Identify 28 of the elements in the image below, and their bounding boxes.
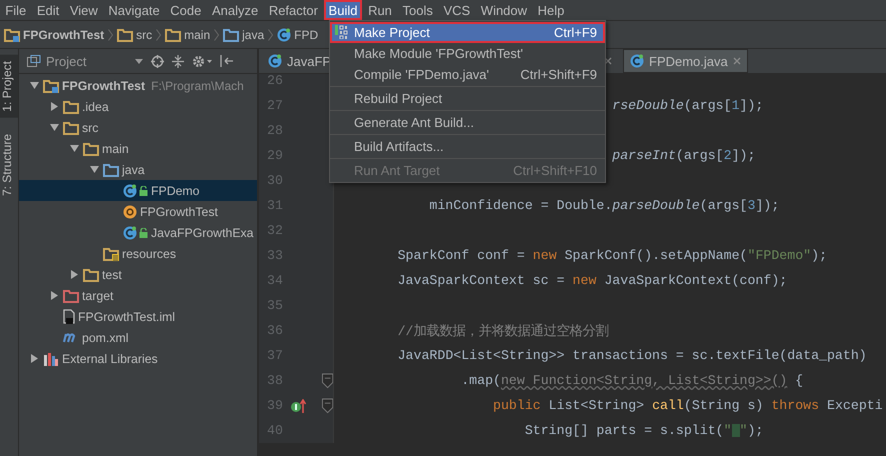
tree-label: FPGrowthTest.iml [78,310,176,324]
tree-label: src [82,120,98,134]
tree-label: FPDemo [151,184,200,198]
tree-label: External Libraries [62,352,158,366]
code-line: public List<String> call(String s) throws Excepti [493,398,883,413]
tree-label: target [82,288,114,302]
code-line: rseDouble(args[1]); [612,98,764,113]
code-line: minConfidence = Double.parseDouble(args[3]); [429,198,780,213]
code-line: parseInt(args[2]); [612,148,756,163]
shortcut-label: Ctrl+F9 [554,25,597,40]
shortcut-label: Ctrl+Shift+F9 [520,67,597,82]
tree-label: main [102,142,129,156]
code-line: SparkConf conf = new SparkConf().setAppName("FPDemo"); [398,248,828,263]
tree-label: FPGrowthTest [140,204,218,218]
tree-label: java [122,162,145,176]
tree-label: pom.xml [82,330,128,344]
tree-label: test [102,268,122,282]
code-line: JavaSparkContext sc = new JavaSparkContext(conf); [398,273,788,288]
code-line: .map(new Function<String, List<String>>() { [461,373,804,388]
code-line: String[] parts = s.split(" "); [524,423,764,438]
shortcut-label: Ctrl+Shift+F10 [513,163,597,178]
project-path: F:\Program\Mach [151,78,244,92]
tree-label: JavaFPGrowthExa [151,226,254,240]
tree-label: FPGrowthTest [62,78,146,92]
code-line: JavaRDD<List<String>> transactions = sc.textFile(data_path) [398,348,867,363]
tree-label: resources [122,246,176,260]
code-line: //加载数据，并将数据通过空格分割 [398,322,609,340]
tree-label: .idea [82,100,109,114]
